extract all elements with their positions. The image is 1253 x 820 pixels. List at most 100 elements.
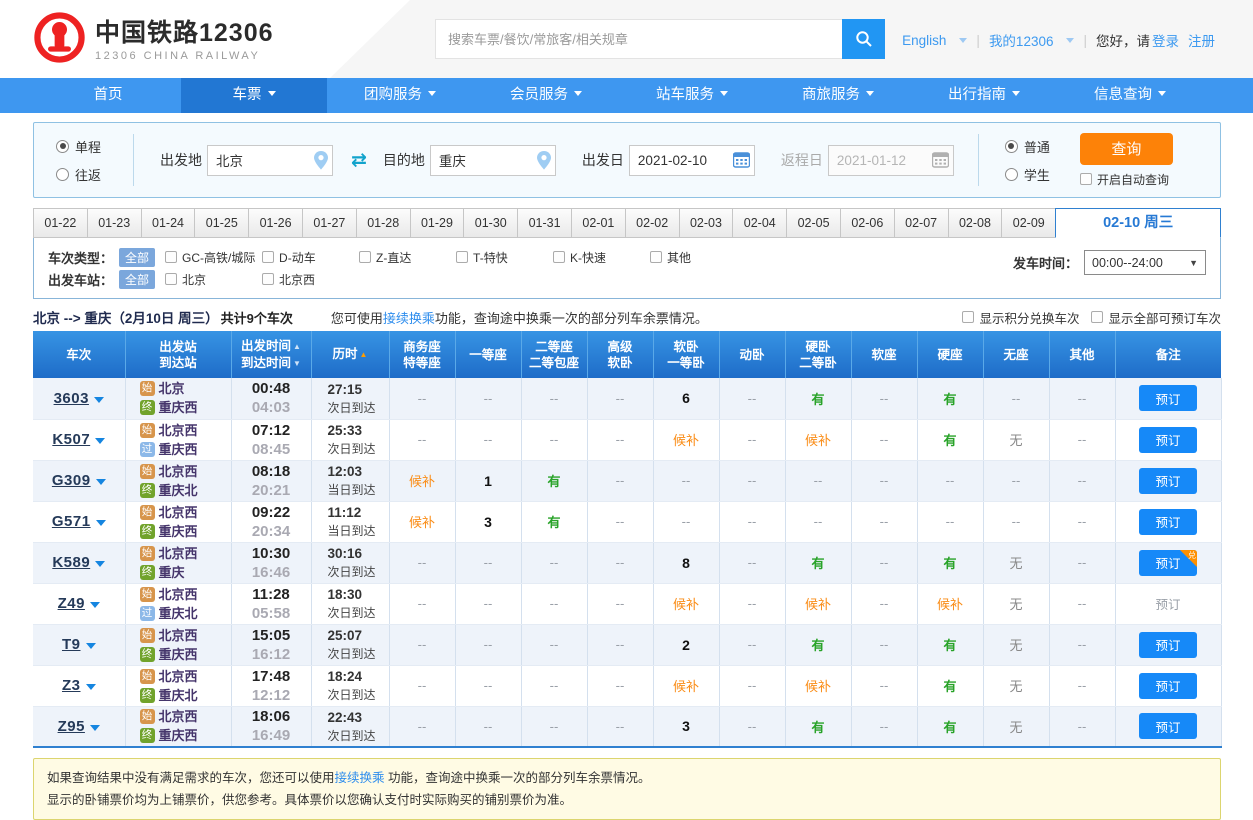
checkbox-icon[interactable]: [553, 251, 565, 263]
station-option-0[interactable]: 北京: [165, 271, 262, 288]
date-tab-02-05[interactable]: 02-05: [786, 208, 841, 238]
checkbox-icon[interactable]: [962, 311, 974, 323]
train-number-link[interactable]: Z49: [58, 595, 85, 612]
chevron-down-icon[interactable]: [86, 643, 96, 649]
station-all-badge[interactable]: 全部: [119, 270, 155, 289]
transfer-link[interactable]: 接续换乘: [383, 311, 435, 326]
round-trip-radio[interactable]: 往返: [56, 165, 133, 184]
radio-selected-icon[interactable]: [56, 140, 69, 153]
date-tab-01-30[interactable]: 01-30: [463, 208, 518, 238]
nav-item-info-query[interactable]: 信息查询: [1057, 78, 1203, 113]
transfer-link[interactable]: 接续换乘: [335, 771, 385, 785]
book-button[interactable]: 预订: [1139, 468, 1197, 494]
login-link[interactable]: 登录: [1152, 30, 1179, 50]
chevron-down-icon[interactable]: [95, 438, 105, 444]
search-button[interactable]: [842, 19, 885, 59]
date-tab-01-31[interactable]: 01-31: [517, 208, 572, 238]
date-tab-01-25[interactable]: 01-25: [194, 208, 249, 238]
train-number-link[interactable]: G309: [52, 472, 91, 489]
train-type-option-1[interactable]: D-动车: [262, 249, 359, 266]
book-button[interactable]: 预订: [1139, 385, 1197, 411]
nav-item-business-service[interactable]: 商旅服务: [765, 78, 911, 113]
sort-asc-icon[interactable]: ▲: [293, 342, 301, 351]
train-number-link[interactable]: T9: [62, 636, 81, 653]
book-button[interactable]: 预订: [1139, 509, 1197, 535]
checkbox-icon[interactable]: [262, 273, 274, 285]
nav-item-station-service[interactable]: 站车服务: [619, 78, 765, 113]
train-type-option-3[interactable]: T-特快: [456, 249, 553, 266]
one-way-radio[interactable]: 单程: [56, 137, 133, 156]
sort-asc-icon[interactable]: ▲: [360, 350, 368, 359]
chevron-down-icon[interactable]: [94, 397, 104, 403]
date-tab-01-27[interactable]: 01-27: [302, 208, 357, 238]
date-tab-02-03[interactable]: 02-03: [679, 208, 734, 238]
date-tab-02-02[interactable]: 02-02: [625, 208, 680, 238]
train-type-option-0[interactable]: GC-高铁/城际: [165, 249, 262, 266]
radio-icon[interactable]: [56, 168, 69, 181]
book-button[interactable]: 预订兑: [1139, 550, 1197, 576]
date-tab-active[interactable]: 02-10 周三: [1055, 208, 1221, 238]
search-input[interactable]: [435, 19, 842, 59]
train-number-link[interactable]: K507: [52, 431, 90, 448]
depart-time-select[interactable]: 00:00--24:00 ▼: [1084, 250, 1206, 275]
nav-item-tickets[interactable]: 车票: [181, 78, 327, 113]
student-passenger-radio[interactable]: 学生: [1005, 165, 1050, 184]
checkbox-icon[interactable]: [456, 251, 468, 263]
sort-desc-icon[interactable]: ▼: [293, 359, 301, 368]
language-link[interactable]: English: [902, 33, 946, 48]
register-link[interactable]: 注册: [1188, 30, 1215, 50]
show-all-bookable-checkbox[interactable]: 显示全部可预订车次: [1091, 308, 1221, 327]
train-number-link[interactable]: G571: [52, 513, 91, 530]
checkbox-icon[interactable]: [262, 251, 274, 263]
my12306-link[interactable]: 我的12306: [989, 30, 1054, 50]
chevron-down-icon[interactable]: [95, 561, 105, 567]
date-tab-02-06[interactable]: 02-06: [840, 208, 895, 238]
date-tab-01-24[interactable]: 01-24: [141, 208, 196, 238]
chevron-down-icon[interactable]: [96, 479, 106, 485]
date-tab-02-07[interactable]: 02-07: [894, 208, 949, 238]
nav-item-group-service[interactable]: 团购服务: [327, 78, 473, 113]
swap-stations-icon[interactable]: ⇄: [351, 151, 367, 170]
checkbox-icon[interactable]: [165, 251, 177, 263]
date-tab-02-01[interactable]: 02-01: [571, 208, 626, 238]
date-tab-02-09[interactable]: 02-09: [1001, 208, 1056, 238]
train-number-link[interactable]: Z95: [58, 718, 85, 735]
checkbox-icon[interactable]: [359, 251, 371, 263]
train-number-link[interactable]: 3603: [54, 390, 89, 407]
auto-query-checkbox[interactable]: 开启自动查询: [1080, 171, 1173, 188]
chevron-down-icon[interactable]: [86, 684, 96, 690]
radio-selected-icon[interactable]: [1005, 140, 1018, 153]
date-tab-02-04[interactable]: 02-04: [732, 208, 787, 238]
radio-icon[interactable]: [1005, 168, 1018, 181]
calendar-icon[interactable]: [733, 151, 750, 168]
date-tab-02-08[interactable]: 02-08: [948, 208, 1003, 238]
nav-item-member-service[interactable]: 会员服务: [473, 78, 619, 113]
date-tab-01-26[interactable]: 01-26: [248, 208, 303, 238]
checkbox-icon[interactable]: [650, 251, 662, 263]
normal-passenger-radio[interactable]: 普通: [1005, 137, 1050, 156]
train-number-link[interactable]: Z3: [62, 677, 81, 694]
nav-item-travel-guide[interactable]: 出行指南: [911, 78, 1057, 113]
checkbox-icon[interactable]: [1080, 173, 1092, 185]
site-logo[interactable]: 中国铁路12306 12306 CHINA RAILWAY: [33, 11, 274, 64]
show-points-trains-checkbox[interactable]: 显示积分兑换车次: [962, 308, 1079, 327]
date-tab-01-22[interactable]: 01-22: [33, 208, 88, 238]
train-type-option-2[interactable]: Z-直达: [359, 249, 456, 266]
train-type-option-4[interactable]: K-快速: [553, 249, 650, 266]
date-tab-01-29[interactable]: 01-29: [410, 208, 465, 238]
station-option-1[interactable]: 北京西: [262, 271, 359, 288]
query-button[interactable]: 查询: [1080, 133, 1173, 165]
date-tab-01-23[interactable]: 01-23: [87, 208, 142, 238]
book-button[interactable]: 预订: [1139, 427, 1197, 453]
book-button[interactable]: 预订: [1139, 713, 1197, 739]
nav-item-home[interactable]: 首页: [35, 78, 181, 113]
book-button[interactable]: 预订: [1139, 673, 1197, 699]
checkbox-icon[interactable]: [1091, 311, 1103, 323]
checkbox-icon[interactable]: [165, 273, 177, 285]
train-number-link[interactable]: K589: [52, 554, 90, 571]
chevron-down-icon[interactable]: [96, 520, 106, 526]
book-button[interactable]: 预订: [1139, 632, 1197, 658]
date-tab-01-28[interactable]: 01-28: [356, 208, 411, 238]
chevron-down-icon[interactable]: [90, 602, 100, 608]
train-type-option-5[interactable]: 其他: [650, 249, 747, 266]
